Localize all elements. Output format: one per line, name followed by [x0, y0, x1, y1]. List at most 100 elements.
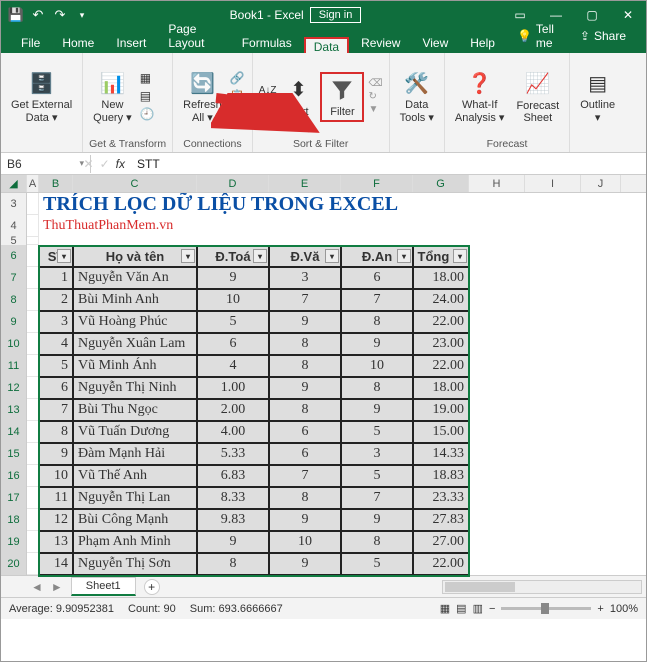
- cancel-formula-icon[interactable]: ✕: [84, 157, 94, 171]
- outline-button[interactable]: ▤ Outline ▾: [576, 67, 619, 126]
- cell-van[interactable]: 7: [269, 465, 341, 487]
- row-header[interactable]: 7: [1, 267, 27, 289]
- view-pagelayout-icon[interactable]: ▤: [456, 602, 466, 615]
- cell-anh[interactable]: 8: [341, 531, 413, 553]
- connections-icon[interactable]: 🔗: [230, 71, 246, 87]
- select-all-corner[interactable]: ◢: [1, 175, 27, 192]
- clear-filter-button[interactable]: ⌫: [368, 78, 382, 89]
- cell-stt[interactable]: 3: [39, 311, 73, 333]
- cell-van[interactable]: 8: [269, 399, 341, 421]
- tab-page-layout[interactable]: Page Layout: [158, 19, 229, 53]
- fx-icon[interactable]: fx: [116, 157, 125, 171]
- cell-toan[interactable]: 9.83: [197, 509, 269, 531]
- cell-toan[interactable]: 6: [197, 333, 269, 355]
- row-header[interactable]: 9: [1, 311, 27, 333]
- cell-anh[interactable]: 8: [341, 311, 413, 333]
- col-toan[interactable]: Đ.Toá▾: [197, 245, 269, 267]
- col-stt[interactable]: ST▾: [39, 245, 73, 267]
- col-header-b[interactable]: B: [39, 175, 73, 192]
- cell-tong[interactable]: 15.00: [413, 421, 469, 443]
- row-header[interactable]: 15: [1, 443, 27, 465]
- cell-tong[interactable]: 22.00: [413, 311, 469, 333]
- undo-icon[interactable]: ↶: [31, 8, 45, 22]
- from-table-icon[interactable]: ▤: [140, 89, 156, 105]
- filter-dropdown-icon[interactable]: ▾: [397, 249, 411, 263]
- col-header-c[interactable]: C: [73, 175, 197, 192]
- row-header[interactable]: 10: [1, 333, 27, 355]
- cell-name[interactable]: Vũ Thế Anh: [73, 465, 197, 487]
- cell-tong[interactable]: 23.33: [413, 487, 469, 509]
- cell-toan[interactable]: 9: [197, 267, 269, 289]
- col-header-g[interactable]: G: [413, 175, 469, 192]
- recent-sources-icon[interactable]: 🕘: [140, 107, 156, 123]
- cell-toan[interactable]: 10: [197, 289, 269, 311]
- cell-stt[interactable]: 7: [39, 399, 73, 421]
- cell-name[interactable]: Bùi Minh Anh: [73, 289, 197, 311]
- cell-name[interactable]: Bùi Thu Ngọc: [73, 399, 197, 421]
- col-header-j[interactable]: J: [581, 175, 621, 192]
- cell-anh[interactable]: 9: [341, 509, 413, 531]
- col-header-d[interactable]: D: [197, 175, 269, 192]
- filter-dropdown-icon[interactable]: ▾: [57, 249, 71, 263]
- cell-name[interactable]: Đàm Mạnh Hải: [73, 443, 197, 465]
- cell-tong[interactable]: 18.00: [413, 267, 469, 289]
- cell-van[interactable]: 8: [269, 487, 341, 509]
- cell-stt[interactable]: 5: [39, 355, 73, 377]
- cell-toan[interactable]: 4: [197, 355, 269, 377]
- cell-name[interactable]: Nguyễn Xuân Lam: [73, 333, 197, 355]
- cell-tong[interactable]: 14.33: [413, 443, 469, 465]
- row-header[interactable]: 17: [1, 487, 27, 509]
- sheet-grid[interactable]: ◢ A B C D E F G H I J 3 TRÍCH LỌC DỮ LIỆ…: [1, 175, 646, 575]
- row-header[interactable]: 6: [1, 245, 27, 267]
- new-query-button[interactable]: 📊 New Query ▾: [89, 67, 136, 126]
- row-header[interactable]: 11: [1, 355, 27, 377]
- sheet-nav-next-icon[interactable]: ►: [51, 580, 63, 594]
- cell-van[interactable]: 8: [269, 333, 341, 355]
- formula-input[interactable]: STT: [131, 155, 646, 173]
- cell-stt[interactable]: 14: [39, 553, 73, 575]
- cell-toan[interactable]: 5: [197, 311, 269, 333]
- whatif-button[interactable]: ❓ What-If Analysis ▾: [451, 67, 509, 126]
- cell-name[interactable]: Nguyễn Thị Sơn: [73, 553, 197, 575]
- cell-tong[interactable]: 18.83: [413, 465, 469, 487]
- col-tong[interactable]: Tổng đi▾: [413, 245, 469, 267]
- col-header-i[interactable]: I: [525, 175, 581, 192]
- enter-formula-icon[interactable]: ✓: [100, 157, 110, 171]
- col-anh[interactable]: Đ.An▾: [341, 245, 413, 267]
- row-header[interactable]: 3: [1, 193, 27, 215]
- cell-name[interactable]: Phạm Anh Minh: [73, 531, 197, 553]
- row-header[interactable]: 4: [1, 215, 27, 237]
- reapply-button[interactable]: ↻: [368, 91, 382, 102]
- show-queries-icon[interactable]: ▦: [140, 71, 156, 87]
- cell-stt[interactable]: 2: [39, 289, 73, 311]
- cell-anh[interactable]: 8: [341, 377, 413, 399]
- qat-dropdown-icon[interactable]: ▾: [75, 8, 89, 22]
- get-external-data-button[interactable]: 🗄️ Get External Data ▾: [7, 67, 76, 126]
- cell-stt[interactable]: 9: [39, 443, 73, 465]
- cell-anh[interactable]: 5: [341, 553, 413, 575]
- cell-name[interactable]: Nguyễn Văn An: [73, 267, 197, 289]
- filter-dropdown-icon[interactable]: ▾: [253, 249, 267, 263]
- zoom-level[interactable]: 100%: [610, 603, 638, 615]
- cell-van[interactable]: 6: [269, 421, 341, 443]
- cell-van[interactable]: 9: [269, 377, 341, 399]
- cell-toan[interactable]: 9: [197, 531, 269, 553]
- cell-toan[interactable]: 8: [197, 553, 269, 575]
- tab-formulas[interactable]: Formulas: [232, 33, 302, 53]
- cell-anh[interactable]: 6: [341, 267, 413, 289]
- cell-stt[interactable]: 6: [39, 377, 73, 399]
- properties-icon[interactable]: 📋: [230, 89, 246, 105]
- cell-anh[interactable]: 5: [341, 421, 413, 443]
- add-sheet-button[interactable]: +: [144, 579, 160, 595]
- cell-toan[interactable]: 6.83: [197, 465, 269, 487]
- row-header[interactable]: 14: [1, 421, 27, 443]
- refresh-all-button[interactable]: 🔄 Refresh All ▾: [179, 67, 226, 126]
- col-van[interactable]: Đ.Vă▾: [269, 245, 341, 267]
- tab-review[interactable]: Review: [351, 33, 410, 53]
- cell-stt[interactable]: 10: [39, 465, 73, 487]
- filter-dropdown-icon[interactable]: ▾: [181, 249, 195, 263]
- cell-name[interactable]: Vũ Hoàng Phúc: [73, 311, 197, 333]
- cell-tong[interactable]: 27.83: [413, 509, 469, 531]
- sort-az-button[interactable]: A↓Z: [259, 85, 277, 96]
- cell-toan[interactable]: 5.33: [197, 443, 269, 465]
